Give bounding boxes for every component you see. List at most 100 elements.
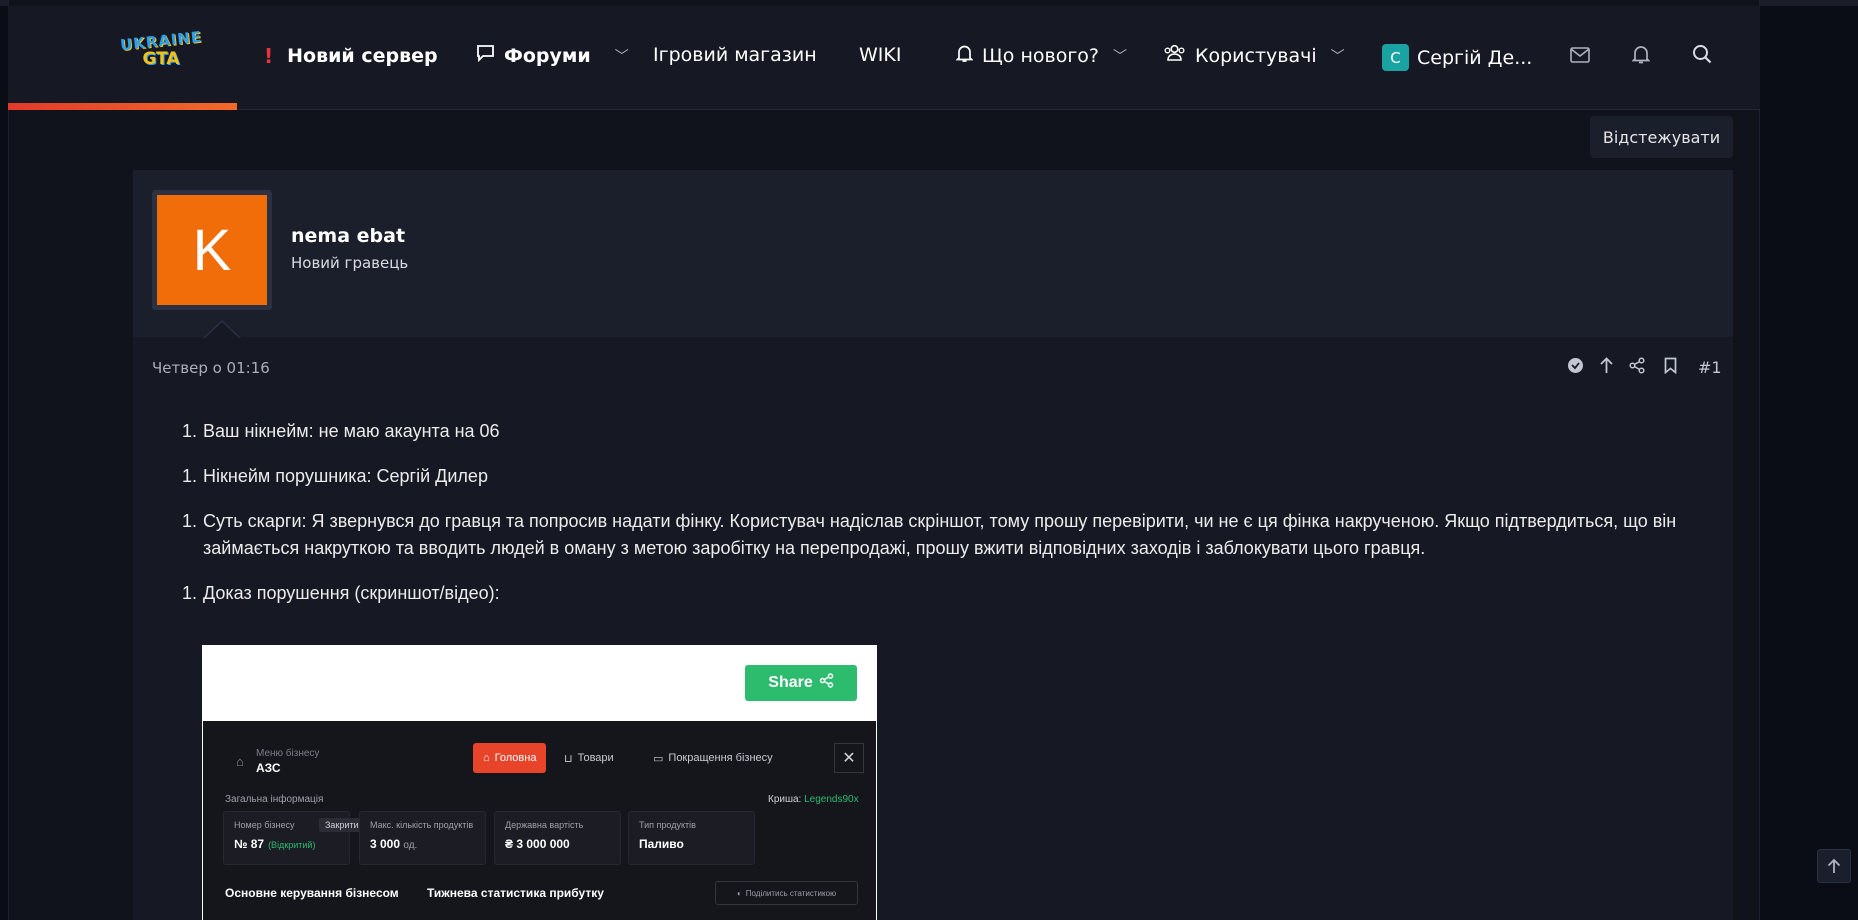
share-button-label: Share xyxy=(768,674,813,691)
list-item-number: 1. xyxy=(182,511,198,531)
card-business-number: Номер бізнесу Закрити № 87 (Відкритий) xyxy=(223,811,365,865)
list-item-text: Доказ порушення (скриншот/відео): xyxy=(203,583,500,603)
roof-value: Legends90x xyxy=(804,794,859,805)
logo-text-top: UKRAINE xyxy=(119,27,204,55)
nav-whats-new-label: Що нового? xyxy=(982,45,1100,67)
post-content: 1. Ваш нікнейм: не маю акаунта на 06 1. … xyxy=(182,418,1702,625)
list-item-text: Суть скарги: Я звернувся до гравця та по… xyxy=(203,511,1677,558)
check-circle-icon[interactable] xyxy=(1567,357,1584,379)
roof-label: Криша: xyxy=(768,794,802,805)
menu-label: Меню бізнесу xyxy=(256,748,320,759)
exclamation-icon: ! xyxy=(264,44,274,68)
list-item-number: 1. xyxy=(182,466,198,486)
list-item: 1. Суть скарги: Я звернувся до гравця та… xyxy=(182,508,1702,562)
card-value: 3 000 од. xyxy=(370,837,417,851)
list-item: 1. Доказ порушення (скриншот/відео): xyxy=(182,580,1702,607)
chevron-down-icon[interactable]: ﹀ xyxy=(1113,46,1127,66)
tab-upgrades-label: Покращення бізнесу xyxy=(668,752,773,764)
share-icon[interactable] xyxy=(1629,357,1645,379)
bookmark-icon[interactable] xyxy=(1664,357,1677,379)
card-label: Державна вартість xyxy=(505,820,584,830)
card-value-text: 3 000 xyxy=(370,837,401,851)
heading-business-control: Основне керування бізнесом xyxy=(225,886,399,900)
share-icon xyxy=(819,673,834,693)
basket-icon: ⊔ xyxy=(564,752,573,765)
arrow-up-icon[interactable] xyxy=(1599,357,1614,379)
list-item-text: Ваш нікнейм: не маю акаунта на 06 xyxy=(203,421,500,441)
nav-users-label: Користувачі xyxy=(1195,44,1317,67)
nav-forums[interactable]: Форуми ﹀ xyxy=(476,44,629,67)
scroll-to-top-button[interactable] xyxy=(1817,849,1851,883)
nav-new-server-label: Новий сервер xyxy=(287,45,438,67)
share-icon: ◐ xyxy=(736,888,742,898)
heading-weekly-stats: Тижнева статистика прибутку xyxy=(427,886,604,900)
card-state-value: Державна вартість ₴ 3 000 000 xyxy=(494,811,621,865)
post-number-link[interactable]: #1 xyxy=(1698,358,1722,377)
tab-upgrades: ▭ Покращення бізнесу xyxy=(643,743,783,773)
chat-icon xyxy=(476,44,495,67)
tab-goods-label: Товари xyxy=(577,752,614,764)
card-status: (Відкритий) xyxy=(268,840,316,850)
author-avatar-letter: K xyxy=(157,195,267,305)
card-unit: од. xyxy=(403,840,418,851)
list-item-text: Нікнейм порушника: Сергій Дилер xyxy=(203,466,488,486)
logo-text-bottom: GTA xyxy=(142,49,180,69)
search-icon[interactable] xyxy=(1692,44,1712,69)
truck-icon: ▭ xyxy=(653,752,664,765)
share-stats-label: Поділитись статистикою xyxy=(745,888,837,898)
menu-business-name: АЗС xyxy=(256,761,281,775)
nav-wiki-label: WIKI xyxy=(859,44,902,66)
store-icon: ⌂ xyxy=(236,754,244,769)
nav-whats-new[interactable]: Що нового? ﹀ xyxy=(955,44,1127,68)
game-business-menu: ⌂ Меню бізнесу АЗС ⌂ Головна ⊔ Товари ▭ … xyxy=(203,721,876,920)
close-icon: ✕ xyxy=(834,743,864,773)
envelope-icon[interactable] xyxy=(1570,44,1590,68)
nav-new-server[interactable]: ! Новий сервер xyxy=(264,44,438,68)
card-label: Тип продуктів xyxy=(639,820,696,830)
chevron-down-icon[interactable]: ﹀ xyxy=(1331,46,1345,66)
header-accent-bar xyxy=(8,103,237,110)
evidence-screenshot[interactable]: Share ⌂ Меню бізнесу АЗС ⌂ Головна ⊔ Тов… xyxy=(202,645,877,920)
bell-icon xyxy=(955,44,974,68)
card-value: Паливо xyxy=(639,837,684,851)
card-value: № 87 (Відкритий) xyxy=(234,837,315,851)
account-name: Сергій Де... xyxy=(1417,46,1533,69)
site-logo[interactable]: UKRAINE GTA xyxy=(119,28,203,80)
share-stats-button: ◐ Поділитись статистикою xyxy=(715,881,858,905)
chevron-down-icon[interactable]: ﹀ xyxy=(615,46,629,66)
author-avatar[interactable]: K xyxy=(152,190,272,310)
list-item: 1. Нікнейм порушника: Сергій Дилер xyxy=(182,463,1702,490)
nav-users[interactable]: Користувачі ﹀ xyxy=(1163,44,1345,67)
card-value: ₴ 3 000 000 xyxy=(505,837,570,851)
share-button[interactable]: Share xyxy=(745,665,857,701)
follow-button[interactable]: Відстежувати xyxy=(1590,116,1733,158)
card-product-type: Тип продуктів Паливо xyxy=(628,811,755,865)
author-pointer xyxy=(205,322,239,338)
nav-shop-label: Ігровий магазин xyxy=(653,44,817,66)
account-avatar: С xyxy=(1382,44,1409,71)
users-icon xyxy=(1163,44,1186,67)
home-icon: ⌂ xyxy=(483,752,490,764)
roof-info: Криша: Legends90x xyxy=(768,794,859,805)
card-label: Макс. кількість продуктів xyxy=(370,820,474,830)
post-date[interactable]: Четвер о 01:16 xyxy=(152,359,270,377)
tab-main: ⌂ Головна xyxy=(473,743,547,773)
card-value-text: № 87 xyxy=(234,837,265,851)
bell-icon[interactable] xyxy=(1631,44,1651,69)
list-item: 1. Ваш нікнейм: не маю акаунта на 06 xyxy=(182,418,1702,445)
tab-main-label: Головна xyxy=(494,752,537,764)
list-item-number: 1. xyxy=(182,421,198,441)
author-title: Новий гравець xyxy=(291,254,409,272)
tab-goods: ⊔ Товари xyxy=(554,743,624,773)
list-item-number: 1. xyxy=(182,583,198,603)
card-max-products: Макс. кількість продуктів 3 000 од. xyxy=(359,811,486,865)
nav-account[interactable]: С Сергій Де... xyxy=(1382,44,1532,71)
section-title: Загальна інформація xyxy=(225,794,324,805)
nav-wiki[interactable]: WIKI xyxy=(859,44,901,66)
card-label: Номер бізнесу xyxy=(234,820,295,830)
arrow-up-icon xyxy=(1827,858,1841,873)
nav-shop[interactable]: Ігровий магазин xyxy=(653,44,817,66)
nav-forums-label: Форуми xyxy=(504,44,591,67)
close-business-button: Закрити xyxy=(319,818,365,832)
author-username[interactable]: nema ebat xyxy=(291,225,405,247)
